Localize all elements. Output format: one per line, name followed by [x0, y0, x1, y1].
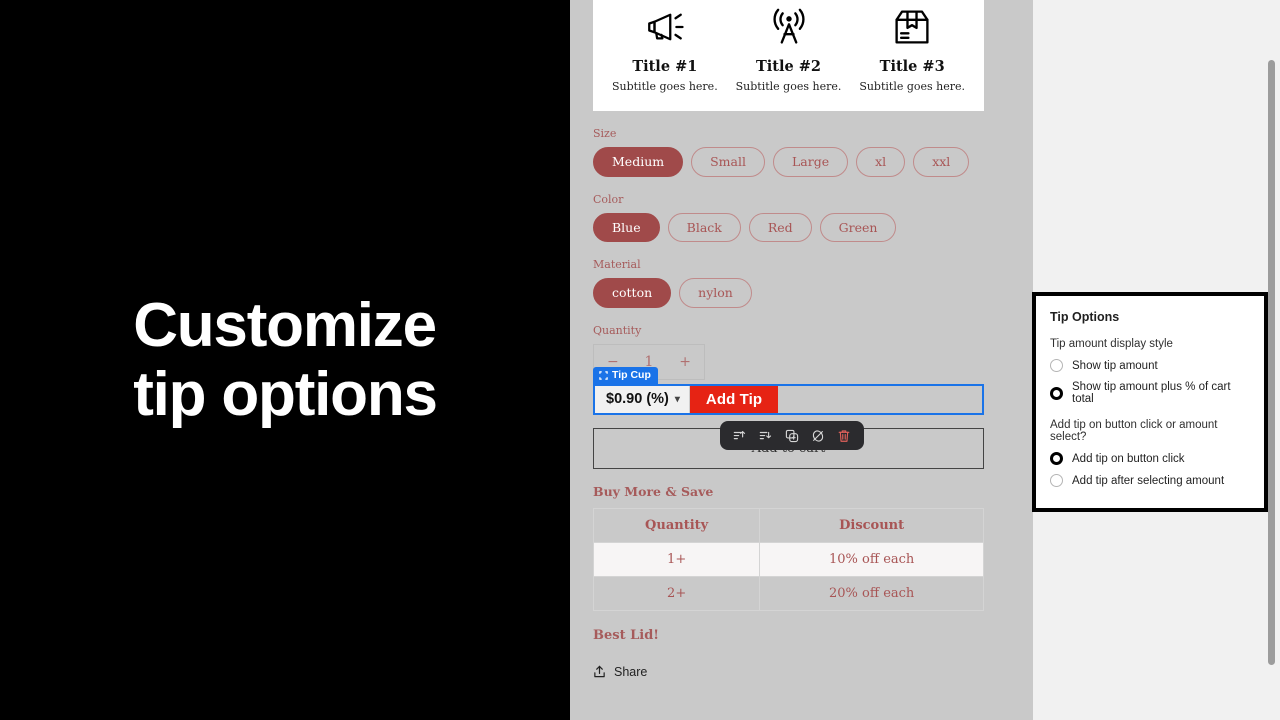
radio-label: Add tip on button click: [1072, 452, 1185, 465]
size-option-xxl[interactable]: xxl: [913, 147, 970, 177]
radio-label: Show tip amount: [1072, 359, 1158, 372]
material-option-nylon[interactable]: nylon: [679, 278, 752, 308]
tip-cup-badge-label: Tip Cup: [612, 368, 651, 381]
size-option-large[interactable]: Large: [772, 147, 849, 177]
feature-title: Title #3: [879, 58, 945, 75]
size-options: Medium Small Large xl xxl: [593, 147, 1010, 177]
size-label: Size: [593, 127, 617, 140]
duplicate-icon[interactable]: [785, 429, 799, 443]
app-screen: Customize tip options Title #1 Subtitle: [0, 0, 1280, 720]
package-box-icon: [850, 2, 974, 52]
storefront-preview: Title #1 Subtitle goes here. Title #2 Su…: [570, 0, 1033, 720]
move-down-icon[interactable]: [759, 429, 773, 443]
table-header-quantity: Quantity: [592, 507, 761, 543]
promo-panel: Customize tip options: [0, 0, 570, 720]
move-up-icon[interactable]: [733, 429, 747, 443]
feature-subtitle: Subtitle goes here.: [611, 80, 718, 93]
tip-cup-block-badge[interactable]: Tip Cup: [593, 366, 658, 385]
feature-column: Title #1 Subtitle goes here.: [603, 2, 727, 93]
chevron-down-icon: ▾: [674, 393, 680, 405]
feature-column: Title #2 Subtitle goes here.: [727, 2, 851, 93]
tip-trigger-option-after-select[interactable]: Add tip after selecting amount: [1050, 474, 1250, 487]
megaphone-icon: [603, 2, 727, 52]
feature-column: Title #3 Subtitle goes here.: [850, 2, 974, 93]
radio-icon[interactable]: [1050, 474, 1063, 487]
delete-icon[interactable]: [837, 429, 851, 443]
tip-amount-select[interactable]: $0.90 (%) ▾: [595, 385, 690, 413]
broadcast-tower-icon: [727, 2, 851, 52]
feature-title: Title #1: [632, 58, 698, 75]
frame-icon: [599, 370, 608, 380]
table-cell-discount: 10% off each: [759, 541, 984, 577]
quantity-label: Quantity: [593, 323, 642, 337]
radio-label: Add tip after selecting amount: [1072, 474, 1225, 487]
radio-icon-selected[interactable]: [1050, 386, 1063, 400]
best-lid-heading: Best Lid!: [593, 627, 659, 643]
tip-amount-value: $0.90 (%): [606, 391, 669, 408]
table-row: 1+ 10% off each: [592, 541, 984, 577]
promo-headline: Customize tip options: [133, 290, 438, 429]
tip-trigger-label: Add tip on button click or amount select…: [1050, 419, 1218, 443]
radio-label: Show tip amount plus % of cart total: [1072, 381, 1231, 405]
feature-card: Title #1 Subtitle goes here. Title #2 Su…: [593, 0, 984, 111]
quantity-increment[interactable]: +: [679, 354, 691, 370]
material-option-cotton[interactable]: cotton: [593, 278, 672, 308]
hide-icon[interactable]: [811, 429, 825, 443]
table-header-row: Quantity Discount: [592, 507, 984, 543]
tip-options-highlight-box: Tip Options Tip amount display style Sho…: [1032, 292, 1268, 512]
discount-table: Quantity Discount 1+ 10% off each 2+ 20%…: [592, 507, 984, 611]
feature-subtitle: Subtitle goes here.: [735, 80, 842, 93]
table-cell-discount: 20% off each: [759, 575, 984, 611]
color-option-black[interactable]: Black: [667, 212, 741, 243]
color-label: Color: [593, 192, 624, 206]
table-header-discount: Discount: [759, 507, 984, 543]
tip-display-style-label: Tip amount display style: [1050, 338, 1173, 350]
size-option-xl[interactable]: xl: [856, 147, 906, 177]
size-option-medium[interactable]: Medium: [593, 147, 684, 177]
tip-display-option-amount[interactable]: Show tip amount: [1050, 359, 1250, 372]
tip-display-option-amount-plus-percent[interactable]: Show tip amount plus % of cart total: [1050, 381, 1250, 405]
tip-block: Tip Cup $0.90 (%) ▾ Add Tip: [593, 366, 984, 415]
tip-trigger-option-button-click[interactable]: Add tip on button click: [1050, 452, 1250, 465]
radio-icon[interactable]: [1050, 359, 1063, 372]
size-option-small[interactable]: Small: [691, 147, 765, 177]
table-row: 2+ 20% off each: [592, 575, 984, 611]
share-button[interactable]: Share: [593, 665, 1010, 679]
tip-block-outline: $0.90 (%) ▾ Add Tip: [593, 383, 984, 415]
radio-icon-selected[interactable]: [1050, 452, 1063, 465]
share-icon: [594, 666, 605, 678]
feature-title: Title #2: [755, 58, 822, 75]
color-option-red[interactable]: Red: [748, 212, 812, 243]
material-label: Material: [593, 258, 641, 272]
tip-options-title: Tip Options: [1050, 310, 1120, 324]
settings-scrollbar[interactable]: [1268, 60, 1275, 665]
color-option-green[interactable]: Green: [819, 212, 897, 243]
material-options: cotton nylon: [593, 278, 1010, 308]
buy-more-heading: Buy More & Save: [593, 483, 714, 499]
table-cell-quantity: 1+: [592, 541, 761, 577]
table-cell-quantity: 2+: [592, 575, 761, 611]
color-options: Blue Black Red Green: [593, 212, 1010, 243]
add-tip-button[interactable]: Add Tip: [689, 385, 779, 413]
feature-subtitle: Subtitle goes here.: [859, 80, 966, 93]
color-option-blue[interactable]: Blue: [593, 212, 660, 243]
share-label: Share: [614, 664, 648, 679]
block-toolbar: [720, 421, 864, 450]
